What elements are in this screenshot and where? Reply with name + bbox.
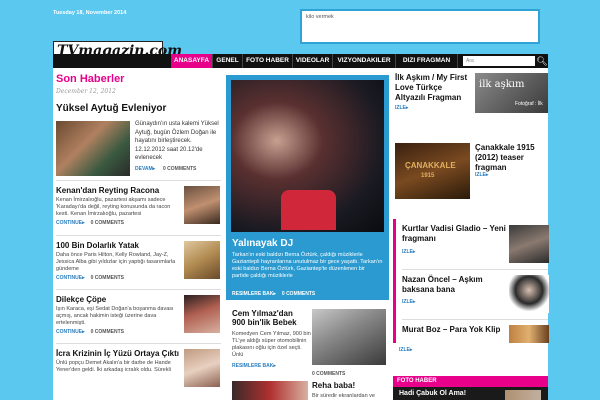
view-photos-link[interactable]: RESIMLERE BAK▸ (232, 291, 276, 297)
nav-videolar[interactable]: VIDEOLAR (293, 54, 333, 68)
ad-banner[interactable]: kilo vermek (300, 9, 540, 44)
divider (56, 235, 221, 236)
header-date: Tuesday 18, November 2014 (53, 10, 127, 16)
photo-news-header[interactable]: FOTO HABER (393, 376, 548, 387)
video-thumbnail[interactable] (509, 275, 549, 313)
watch-link[interactable]: IZLE▸ (395, 105, 408, 111)
item-thumbnail[interactable] (184, 241, 220, 279)
thumbnail-subcaption: Fotoğraf : İlk (515, 101, 543, 107)
continue-link[interactable]: CONTINUE▸ (56, 220, 85, 226)
video-title[interactable]: Murat Boz – Para Yok Klip (402, 325, 507, 335)
thumbnail-caption: ÇANAKKALE (405, 161, 456, 170)
nav-dizi-fragman[interactable]: DIZI FRAGMAN (396, 54, 458, 68)
continue-link[interactable]: CONTINUE▸ (56, 329, 85, 335)
item-body: Işın Karaca, eşi Sedat Doğan'a boşanma d… (56, 306, 174, 326)
watch-link[interactable]: IZLE▸ (402, 299, 415, 305)
list-item: Kenan'dan Reyting Racona Kenan İmirzalıo… (56, 186, 221, 226)
headline-footer: RESIMLERE BAK▸ 0 COMMENTS (232, 291, 315, 297)
video-title[interactable]: Nazan Öncel – Aşkım baksana bana (402, 275, 507, 295)
search-icon[interactable]: 🔍︎ (536, 55, 548, 67)
latest-news-column: Son Haberler December 12, 2012 Yüksel Ay… (53, 68, 223, 400)
headline-title[interactable]: Yalınayak DJ (232, 238, 293, 249)
comments-link[interactable]: 0 COMMENTS (312, 371, 345, 377)
mid-item-thumbnail[interactable] (232, 381, 308, 400)
nav-anasayfa[interactable]: ANASAYFA (171, 54, 213, 68)
video-list-box: Kurtlar Vadisi Gladio – Yeni fragmanı IZ… (393, 219, 549, 343)
video-thumbnail[interactable]: ÇANAKKALE 1915 (395, 143, 470, 199)
photo-news-title[interactable]: Hadi Çabuk Ol Ama! (399, 390, 466, 397)
video-thumbnail[interactable] (509, 325, 549, 343)
video-title[interactable]: İlk Aşkım / My First Love Türkçe Altyazı… (395, 73, 470, 103)
item-body: Kenan İmirzalıoğlu, pazartesi akşamı sad… (56, 197, 171, 217)
comments-link[interactable]: 0 COMMENTS (91, 329, 124, 335)
featured-title[interactable]: Yüksel Aytuğ Evleniyor (56, 103, 166, 114)
mid-item-thumbnail[interactable] (312, 309, 386, 365)
nav-foto-haber[interactable]: FOTO HABER (243, 54, 293, 68)
section-title: Son Haberler (56, 73, 125, 85)
photo-news-thumbnail[interactable] (505, 390, 541, 400)
list-item: 100 Bin Dolarlık Yatak Daha önce Paris H… (56, 241, 221, 281)
headline-image-detail (281, 190, 336, 230)
divider (402, 269, 548, 270)
item-thumbnail[interactable] (184, 186, 220, 224)
comments-link[interactable]: 0 COMMENTS (91, 275, 124, 281)
video-title[interactable]: Kurtlar Vadisi Gladio – Yeni fragmanı (402, 224, 507, 244)
main-nav: ANASAYFA GENEL FOTO HABER VIDEOLAR VIZYO… (53, 54, 548, 68)
continue-link[interactable]: CONTINUE▸ (56, 275, 85, 281)
video-thumbnail[interactable] (509, 225, 549, 263)
thumbnail-subcaption: 1915 (421, 173, 435, 179)
divider (56, 343, 221, 344)
item-body: Daha önce Paris Hilton, Kelly Rowland, J… (56, 252, 176, 272)
watch-link[interactable]: IZLE▸ (475, 172, 488, 178)
video-thumbnail[interactable]: ilk aşkım Fotoğraf : İlk (475, 73, 548, 113)
nav-vizyondakiler[interactable]: VIZYONDAKILER (333, 54, 396, 68)
headline-box: Yalınayak DJ Tarkan'ın eski baldızı Bern… (226, 75, 389, 300)
video-title[interactable]: Çanakkale 1915 (2012) teaser fragman (475, 143, 547, 173)
view-photos-link[interactable]: RESIMLERE BAK▸ (232, 363, 276, 369)
comments-link[interactable]: 0 COMMENTS (282, 291, 315, 297)
comments-link[interactable]: 0 COMMENTS (91, 220, 124, 226)
watch-link[interactable]: IZLE▸ (399, 347, 412, 353)
item-thumbnail[interactable] (184, 349, 220, 387)
mid-item-title[interactable]: Cem Yılmaz'dan 900 bin'lik Bebek (232, 309, 307, 327)
featured-body: Günaydın'ın usta kalemi Yüksel Aytuğ, bu… (135, 121, 219, 161)
mid-item-title[interactable]: Reha baba! (312, 381, 387, 390)
list-item: Dilekçe Çöpe Işın Karaca, eşi Sedat Doğa… (56, 295, 221, 335)
headline-image[interactable] (231, 80, 384, 232)
item-body: Ünlü popçu Demet Akalın'a bir darbe de H… (56, 360, 171, 373)
ad-text: kilo vermek (306, 14, 334, 20)
main-content: Son Haberler December 12, 2012 Yüksel Ay… (53, 68, 549, 400)
video-column: İlk Aşkım / My First Love Türkçe Altyazı… (393, 68, 549, 400)
featured-column: Yalınayak DJ Tarkan'ın eski baldızı Bern… (226, 68, 389, 400)
divider (402, 319, 548, 320)
divider (56, 180, 221, 181)
headline-body: Tarkan'ın eski baldızı Berna Öztürk, çal… (232, 252, 383, 279)
featured-more-link[interactable]: DEVAM▸ (135, 166, 155, 172)
nav-genel[interactable]: GENEL (213, 54, 243, 68)
search-input[interactable]: Ara (463, 56, 535, 66)
list-item: İcra Krizinin İç Yüzü Ortaya Çıktı Ünlü … (56, 349, 221, 387)
mid-item-body: Bir süredir ekranlardan ve (312, 393, 375, 399)
thumbnail-caption: ilk aşkım (479, 79, 525, 90)
watch-link[interactable]: IZLE▸ (402, 249, 415, 255)
divider (56, 289, 221, 290)
item-thumbnail[interactable] (184, 295, 220, 333)
featured-image[interactable] (56, 121, 130, 176)
mid-item-body: Komedyen Cem Yılmaz, 900 bin TL'ye aldığ… (232, 331, 311, 358)
section-date: December 12, 2012 (56, 88, 116, 95)
featured-comments-link[interactable]: 0 COMMENTS (163, 166, 196, 172)
